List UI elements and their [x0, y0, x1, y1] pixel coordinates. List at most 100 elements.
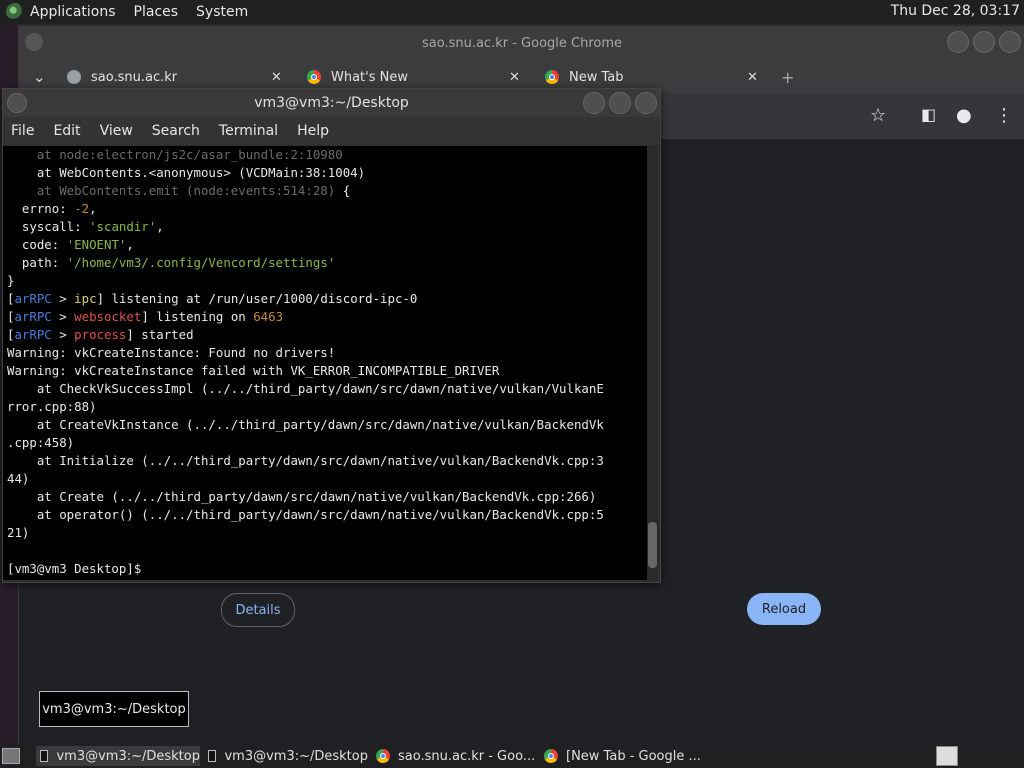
menu-edit[interactable]: Edit [53, 123, 80, 139]
terminal-line: code: 'ENOENT', [7, 236, 647, 254]
terminal-text-segment: [vm3@vm3 Desktop]$ [7, 561, 149, 576]
terminal-text-segment: -2 [74, 201, 90, 216]
taskbar-item-label: [New Tab - Google ... [566, 748, 701, 764]
terminal-icon [40, 750, 49, 762]
menu-help[interactable]: Help [297, 123, 329, 139]
terminal-text-segment: process [74, 327, 127, 342]
terminal-text-segment: , [126, 237, 134, 252]
window-menu-icon[interactable] [7, 93, 27, 113]
terminal-output[interactable]: at node:electron/js2c/asar_bundle:2:1098… [3, 146, 647, 580]
terminal-line: [arRPC > ipc] listening at /run/user/100… [7, 290, 647, 308]
terminal-text-segment: ] started [126, 327, 194, 342]
menu-places[interactable]: Places [134, 4, 179, 20]
terminal-text-segment: 21) [7, 525, 30, 540]
terminal-line: [arRPC > websocket] listening on 6463 [7, 308, 647, 326]
taskbar-item-label: vm3@vm3:~/Desktop [56, 748, 200, 764]
terminal-text-segment: at WebContents.emit (node:events:514:28) [7, 183, 336, 198]
terminal-line: path: '/home/vm3/.config/Vencord/setting… [7, 254, 647, 272]
tab-whats-new[interactable]: What's New ✕ [307, 63, 527, 91]
terminal-line: Warning: vkCreateInstance failed with VK… [7, 362, 647, 380]
chrome-icon [376, 749, 390, 763]
maximize-button[interactable] [973, 31, 995, 53]
close-window-button[interactable] [635, 92, 657, 114]
terminal-text-segment: > [51, 327, 75, 342]
terminal-text-segment: '/home/vm3/.config/Vencord/settings' [66, 255, 336, 270]
terminal-text-segment: code: [7, 237, 67, 252]
close-icon[interactable]: ✕ [509, 70, 520, 85]
taskbar-item-label: sao.snu.ac.kr - Goo... [398, 748, 536, 764]
reload-button[interactable]: Reload [747, 593, 821, 625]
terminal-text-segment: path: [7, 255, 67, 270]
tab-label: sao.snu.ac.kr [91, 69, 178, 85]
clock[interactable]: Thu Dec 28, 03:17 [891, 3, 1020, 19]
terminal-text-segment: .cpp:458) [7, 435, 75, 450]
chrome-titlebar[interactable]: sao.snu.ac.kr - Google Chrome [19, 27, 1024, 59]
terminal-text-segment: 'scandir' [89, 219, 157, 234]
terminal-text-segment: ] listening at /run/user/1000/discord-ip… [96, 291, 418, 306]
terminal-text-segment: , [156, 219, 164, 234]
menu-applications[interactable]: Applications [30, 4, 116, 20]
taskbar-item-label: vm3@vm3:~/Desktop [224, 748, 368, 764]
terminal-text-segment: > [51, 291, 75, 306]
terminal-line: [vm3@vm3 Desktop]$ [7, 560, 647, 578]
terminal-line: 21) [7, 524, 647, 542]
new-tab-button[interactable]: + [781, 63, 794, 91]
terminal-text-segment: 44) [7, 471, 30, 486]
tab-search-icon[interactable]: ⌄ [33, 63, 46, 91]
terminal-text-segment: ] listening on [141, 309, 254, 324]
terminal-scrollbar[interactable] [647, 146, 658, 580]
window-menu-icon[interactable] [25, 33, 43, 51]
terminal-text-segment: } [7, 273, 15, 288]
close-icon[interactable]: ✕ [747, 70, 758, 85]
taskbar-item-chrome-sao[interactable]: sao.snu.ac.kr - Goo... [372, 746, 536, 766]
terminal-text-segment: arRPC [14, 327, 52, 342]
menu-file[interactable]: File [11, 123, 34, 139]
chrome-icon [544, 749, 558, 763]
tab-label: New Tab [569, 69, 624, 85]
scrollbar-thumb[interactable] [648, 522, 657, 568]
maximize-button[interactable] [609, 92, 631, 114]
taskbar-item-terminal-2[interactable]: vm3@vm3:~/Desktop [204, 746, 368, 766]
menu-search[interactable]: Search [152, 123, 200, 139]
terminal-text-segment: arRPC [14, 309, 52, 324]
terminal-text-segment: websocket [74, 309, 142, 324]
terminal-title: vm3@vm3:~/Desktop [254, 95, 409, 111]
terminal-text-segment: at node:electron/js2c/asar_bundle:2:1098… [7, 147, 343, 162]
menu-view[interactable]: View [100, 123, 133, 139]
tab-label: What's New [331, 69, 408, 85]
distro-logo-icon[interactable] [6, 3, 24, 21]
terminal-window: vm3@vm3:~/Desktop File Edit View Search … [2, 88, 661, 583]
terminal-text-segment: at CreateVkInstance (../../third_party/d… [7, 417, 604, 432]
tab-new-tab[interactable]: New Tab ✕ [545, 63, 765, 91]
terminal-line: .cpp:458) [7, 434, 647, 452]
terminal-icon [208, 750, 217, 762]
workspace-pager-icon[interactable] [936, 746, 958, 766]
terminal-text-segment: syscall: [7, 219, 90, 234]
terminal-text-segment: at CheckVkSuccessImpl (../../third_party… [7, 381, 604, 396]
terminal-menubar: File Edit View Search Terminal Help [3, 117, 660, 145]
terminal-line: Warning: vkCreateInstance: Found no driv… [7, 344, 647, 362]
terminal-line: at node:electron/js2c/asar_bundle:2:1098… [7, 146, 647, 164]
show-desktop-icon[interactable] [2, 748, 20, 764]
top-panel: Applications Places System Thu Dec 28, 0… [0, 0, 1024, 24]
close-icon[interactable]: ✕ [271, 70, 282, 85]
more-menu-icon[interactable]: ⋮ [995, 105, 1013, 126]
taskbar-item-terminal-1[interactable]: vm3@vm3:~/Desktop [36, 746, 200, 766]
menu-system[interactable]: System [196, 4, 248, 20]
minimize-button[interactable] [947, 31, 969, 53]
taskbar-item-chrome-newtab[interactable]: [New Tab - Google ... [540, 746, 710, 766]
taskbar-tooltip: vm3@vm3:~/Desktop [39, 691, 189, 727]
terminal-text-segment: arRPC [14, 291, 52, 306]
terminal-titlebar[interactable]: vm3@vm3:~/Desktop [3, 89, 660, 117]
menu-terminal[interactable]: Terminal [219, 123, 278, 139]
tab-sao[interactable]: sao.snu.ac.kr ✕ [67, 63, 287, 91]
profile-icon[interactable]: ● [956, 105, 972, 126]
terminal-text-segment: at WebContents.<anonymous> (VCDMain:38:1… [7, 165, 366, 180]
close-window-button[interactable] [999, 31, 1021, 53]
bookmark-star-icon[interactable]: ☆ [870, 105, 886, 126]
minimize-button[interactable] [583, 92, 605, 114]
terminal-text-segment: Warning: vkCreateInstance: Found no driv… [7, 345, 336, 360]
side-panel-icon[interactable]: ◧ [921, 105, 936, 124]
terminal-line: at CreateVkInstance (../../third_party/d… [7, 416, 647, 434]
details-button[interactable]: Details [221, 593, 295, 627]
